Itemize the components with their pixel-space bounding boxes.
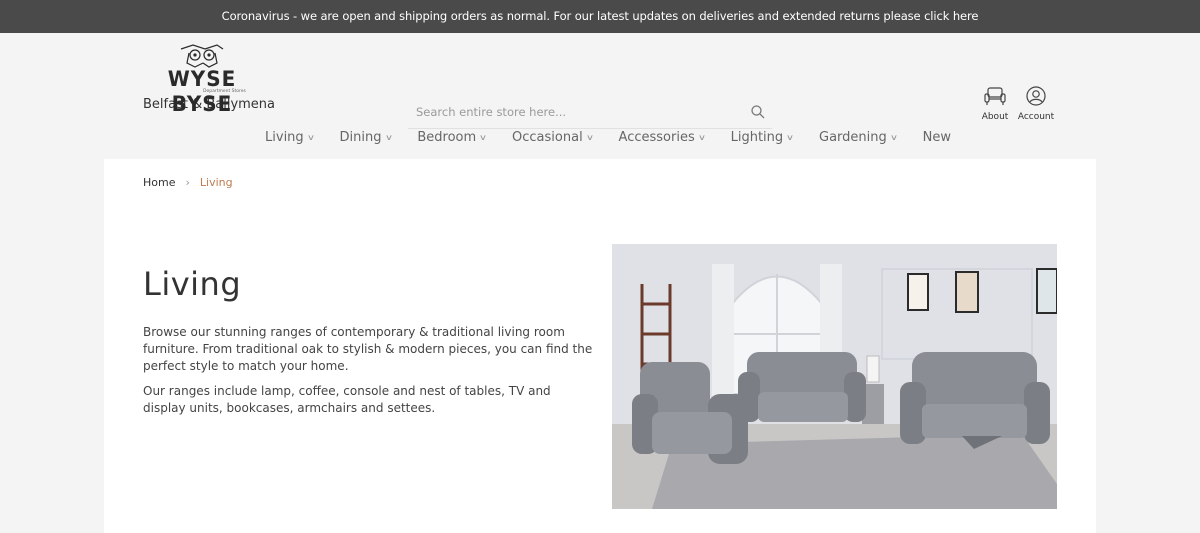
nav-label: Gardening [819, 129, 887, 145]
breadcrumb-current: Living [199, 176, 233, 189]
nav-label: Accessories [618, 129, 695, 145]
chevron-down-icon: ∨ [585, 132, 594, 142]
chevron-down-icon: ∨ [306, 132, 315, 142]
nav-label: Occasional [512, 129, 583, 145]
chevron-down-icon: ∨ [479, 132, 488, 142]
nav-item-accessories[interactable]: Accessories ∨ [618, 126, 706, 148]
nav-label: Lighting [730, 129, 784, 145]
user-icon [1026, 86, 1046, 106]
hero-image [612, 244, 1057, 509]
description-paragraph: Browse our stunning ranges of contempora… [143, 325, 593, 373]
search-icon[interactable] [750, 104, 766, 120]
nav-label: Living [265, 129, 304, 145]
chevron-down-icon: ∨ [889, 132, 898, 142]
description-paragraph: Our ranges include lamp, coffee, console… [143, 384, 551, 415]
account-link[interactable]: Account [1014, 86, 1058, 122]
breadcrumb-home-link[interactable]: Home [143, 176, 175, 189]
nav-item-lighting[interactable]: Lighting ∨ [730, 126, 795, 148]
nav-label: New [922, 129, 951, 145]
main-nav: Living ∨ Dining ∨ Bedroom ∨ Occasional ∨ Acc… [0, 126, 1200, 148]
chevron-down-icon: ∨ [384, 132, 393, 142]
about-link[interactable]: About [977, 86, 1013, 122]
logo-mark: WYSE BYSE Department Stores [143, 43, 261, 116]
search-box [408, 97, 772, 129]
main-content: Home › Living Living Browse our stunning… [104, 159, 1096, 533]
page-title: Living [143, 265, 242, 303]
nav-label: Bedroom [417, 129, 477, 145]
nav-item-dining[interactable]: Dining ∨ [339, 126, 393, 148]
nav-item-living[interactable]: Living ∨ [265, 126, 315, 148]
nav-item-bedroom[interactable]: Bedroom ∨ [417, 126, 488, 148]
living-room-image [612, 244, 1057, 509]
armchair-icon [984, 87, 1006, 105]
nav-item-gardening[interactable]: Gardening ∨ [819, 126, 898, 148]
nav-item-new[interactable]: New [923, 126, 951, 148]
category-description: Browse our stunning ranges of contempora… [143, 324, 593, 425]
search-input[interactable] [408, 97, 772, 127]
account-label: Account [1017, 112, 1055, 122]
nav-item-occasional[interactable]: Occasional ∨ [512, 126, 594, 148]
announcement-bar[interactable]: Coronavirus - we are open and shipping o… [0, 0, 1200, 33]
nav-label: Dining [339, 129, 382, 145]
logo-tagline: Department Stores [203, 89, 246, 94]
about-label: About [981, 112, 1009, 122]
breadcrumb-separator-icon: › [185, 176, 190, 189]
logo[interactable]: WYSE BYSE Department Stores Belfast & Ba… [143, 43, 275, 116]
chevron-down-icon: ∨ [785, 132, 795, 142]
chevron-down-icon: ∨ [697, 132, 706, 142]
breadcrumb: Home › Living [143, 176, 233, 189]
